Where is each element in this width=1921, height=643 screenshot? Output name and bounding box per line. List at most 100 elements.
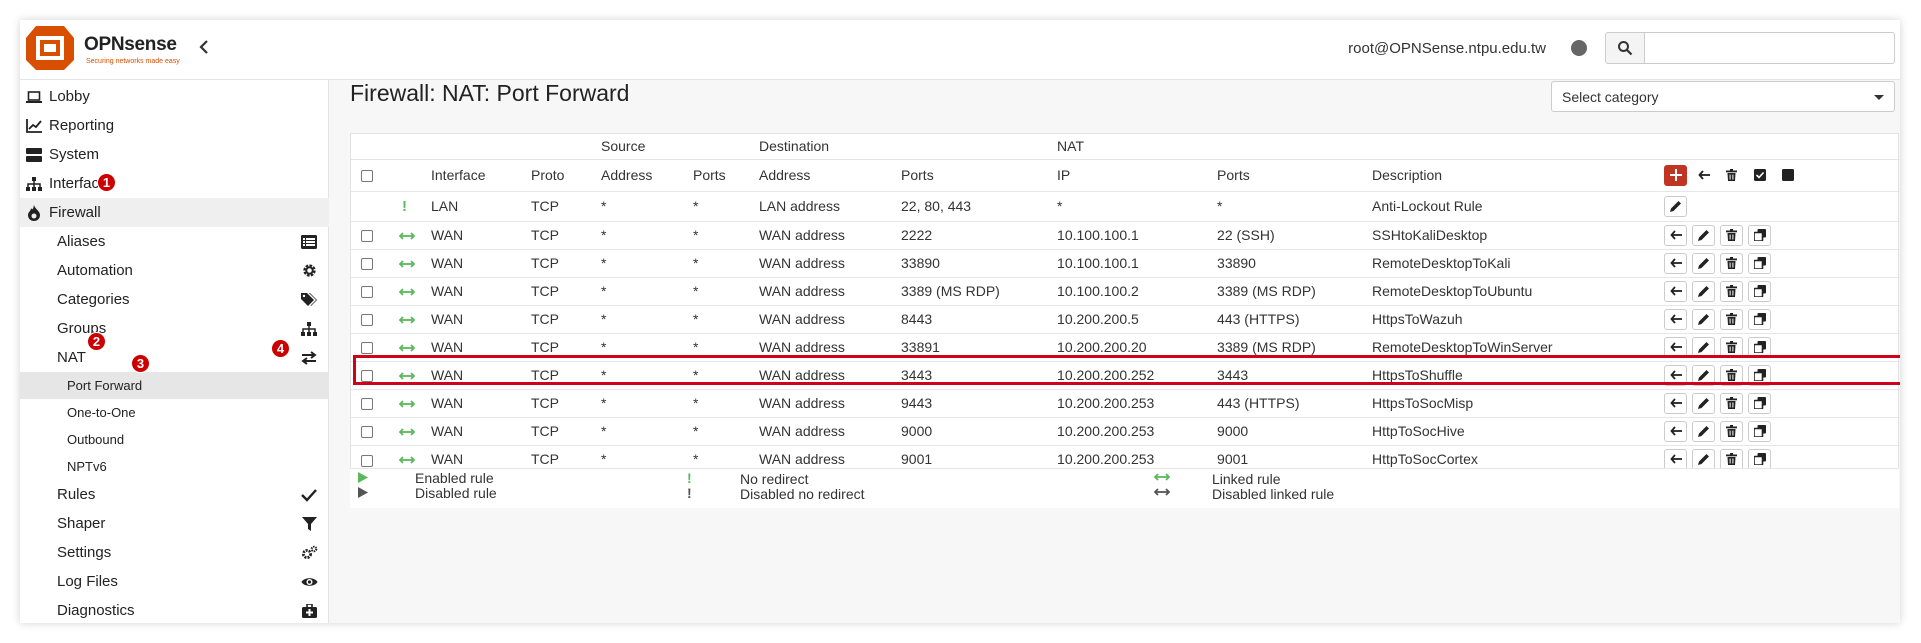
sidebar-item-rules[interactable]: Rules [20,480,329,509]
move-button[interactable] [1664,448,1688,470]
table-row[interactable]: WAN TCP * * WAN address 2222 10.100.100.1 22 (S… [351,221,1900,249]
sidebar-item-automation[interactable]: Automation [20,256,329,285]
clone-button[interactable] [1748,280,1772,302]
move-button[interactable] [1664,392,1688,414]
search-button[interactable] [1605,32,1645,64]
edit-button[interactable] [1692,420,1716,442]
row-checkbox[interactable] [361,454,373,467]
linked-rule-icon[interactable] [398,232,416,240]
clone-button[interactable] [1748,364,1772,386]
edit-button[interactable] [1692,280,1716,302]
row-checkbox[interactable] [361,230,373,243]
move-button[interactable] [1664,252,1688,274]
clone-button[interactable] [1748,420,1772,442]
table-row[interactable]: WAN TCP * * WAN address 33891 10.200.200.20 338… [351,333,1900,361]
delete-button[interactable] [1720,364,1744,386]
delete-button[interactable] [1720,448,1744,470]
opnsense-logo[interactable]: OPNsense Securing networks made easy [24,24,194,74]
search-input[interactable] [1645,32,1895,64]
cell-interface: WAN [431,423,464,439]
enable-selected-button[interactable] [1748,165,1771,186]
clone-button[interactable] [1748,336,1772,358]
edit-button[interactable] [1692,392,1716,414]
move-button[interactable] [1664,420,1688,442]
cell-src-addr: * [601,255,607,271]
sidebar-item-one-to-one[interactable]: One-to-One [20,399,329,426]
sidebar-item-nptv6[interactable]: NPTv6 [20,453,329,480]
sidebar-item-log-files[interactable]: Log Files [20,567,329,596]
delete-button[interactable] [1720,308,1744,330]
category-select[interactable]: Select category [1551,81,1895,112]
sidebar-item-categories[interactable]: Categories [20,285,329,314]
move-button[interactable] [1664,364,1688,386]
table-row[interactable]: WAN TCP * * WAN address 3389 (MS RDP) 10.100.1… [351,277,1900,305]
linked-rule-icon[interactable] [398,372,416,380]
delete-button[interactable] [1720,224,1744,246]
delete-button[interactable] [1720,252,1744,274]
clone-button[interactable] [1748,224,1772,246]
clone-button[interactable] [1748,392,1772,414]
sidebar-item-lobby[interactable]: Lobby [20,82,329,111]
move-button[interactable] [1664,224,1688,246]
sidebar-item-label: Diagnostics [57,602,135,619]
table-row[interactable]: WAN TCP * * WAN address 9000 10.200.200.253 900… [351,417,1900,445]
row-checkbox[interactable] [361,342,373,355]
collapse-sidebar-icon[interactable] [198,38,210,61]
linked-rule-icon[interactable] [398,456,416,464]
row-checkbox[interactable] [361,286,373,299]
edit-button[interactable] [1692,224,1716,246]
add-rule-button[interactable] [1664,164,1688,186]
edit-button[interactable] [1692,336,1716,358]
table-row[interactable]: WAN TCP * * WAN address 9443 10.200.200.253 443… [351,389,1900,417]
edit-button[interactable] [1692,448,1716,470]
clone-button[interactable] [1748,252,1772,274]
sidebar-item-label: Settings [57,544,112,561]
delete-button[interactable] [1720,420,1744,442]
edit-button[interactable] [1664,195,1688,217]
linked-rule-icon[interactable] [398,288,416,296]
edit-button[interactable] [1692,252,1716,274]
select-all-checkbox[interactable] [361,170,373,183]
user-label[interactable]: root@OPNSense.ntpu.edu.tw [1348,40,1546,57]
linked-rule-icon[interactable] [398,260,416,268]
clone-button[interactable] [1748,448,1772,470]
disable-selected-button[interactable] [1776,165,1799,186]
sidebar-item-diagnostics[interactable]: Diagnostics [20,596,329,623]
sidebar-item-outbound[interactable]: Outbound [20,426,329,453]
row-checkbox[interactable] [361,258,373,271]
delete-selected-button[interactable] [1720,165,1743,186]
delete-button[interactable] [1720,336,1744,358]
sidebar-item-port-forward[interactable]: Port Forward [20,372,329,399]
linked-rule-icon[interactable] [398,316,416,324]
status-indicator-icon[interactable] [1571,40,1587,56]
move-button[interactable] [1664,308,1688,330]
delete-button[interactable] [1720,280,1744,302]
row-checkbox[interactable] [361,314,373,327]
sidebar-item-shaper[interactable]: Shaper [20,509,329,538]
table-row[interactable]: WAN TCP * * WAN address 33890 10.100.100.1 3389… [351,249,1900,277]
row-checkbox[interactable] [361,370,373,383]
table-row[interactable]: WAN TCP * * WAN address 3443 10.200.200.252 344… [351,361,1900,389]
linked-rule-icon[interactable] [398,428,416,436]
sidebar-item-reporting[interactable]: Reporting [20,111,329,140]
delete-button[interactable] [1720,392,1744,414]
sidebar-item-aliases[interactable]: Aliases [20,227,329,256]
sidebar-item-settings[interactable]: Settings [20,538,329,567]
table-row[interactable]: WAN TCP * * WAN address 8443 10.200.200.5 443 (… [351,305,1900,333]
edit-button[interactable] [1692,308,1716,330]
linked-rule-icon[interactable] [398,400,416,408]
linked-rule-icon[interactable] [398,344,416,352]
sidebar-item-firewall[interactable]: Firewall [20,198,329,227]
cell-src-addr: * [601,198,607,214]
sidebar-item-interfaces[interactable]: Interfaces [20,169,329,198]
move-selected-button[interactable] [1692,165,1715,186]
clone-button[interactable] [1748,308,1772,330]
table-row[interactable]: ! LAN TCP * * LAN address 22, 80, 443 * * Anti-Lo… [351,191,1900,221]
edit-button[interactable] [1692,364,1716,386]
row-checkbox[interactable] [361,398,373,411]
cell-dst-ports: 9000 [901,423,933,439]
sidebar-item-system[interactable]: System [20,140,329,169]
move-button[interactable] [1664,280,1688,302]
row-checkbox[interactable] [361,426,373,439]
move-button[interactable] [1664,336,1688,358]
